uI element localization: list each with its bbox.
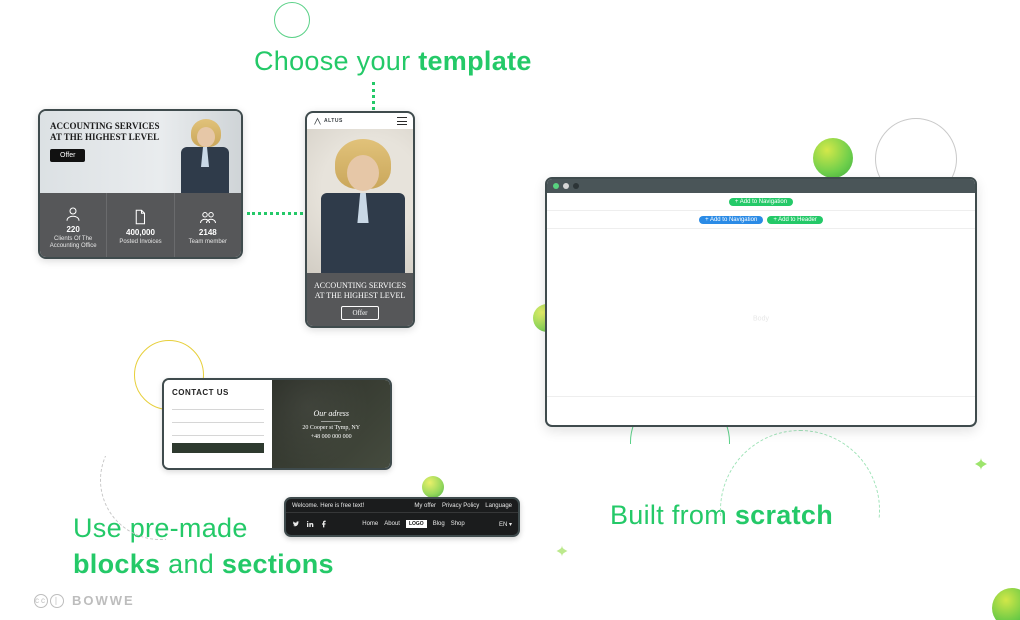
team-icon: [199, 208, 217, 226]
stat-item: 220 Clients Of The Accounting Office: [40, 193, 107, 259]
connector-dash: [720, 430, 880, 590]
by-icon: ❘: [50, 594, 64, 608]
welcome-text: Welcome. Here is free text!: [292, 503, 364, 509]
person-photo: [307, 129, 413, 273]
address-title: Our adress: [313, 409, 348, 418]
address-line: +48 000 000 000: [311, 434, 352, 440]
stat-item: 400,000 Posted Invoices: [107, 193, 174, 259]
divider: [547, 396, 975, 397]
editor-strip: + Add to Navigation + Add to Header: [547, 211, 975, 229]
input-line[interactable]: [172, 404, 264, 410]
browser-mock[interactable]: + Add to Navigation + Add to Navigation …: [545, 177, 977, 427]
logo: ALTUS: [313, 117, 343, 126]
hero-title: ACCOUNTING SERVICES AT THE HIGHEST LEVEL: [50, 121, 160, 143]
add-navigation-pill[interactable]: + Add to Navigation: [729, 198, 793, 206]
text-bold: blocks: [73, 549, 160, 579]
text: Choose your: [254, 46, 418, 76]
stat-label: Posted Invoices: [116, 239, 164, 245]
user-icon: [64, 205, 82, 223]
mobile-lower: ACCOUNTING SERVICES AT THE HIGHEST LEVEL…: [307, 273, 413, 328]
offer-button[interactable]: Offer: [50, 149, 85, 162]
contact-form: CONTACT US: [164, 380, 272, 468]
nav-top-row: Welcome. Here is free text! My offer Pri…: [286, 499, 518, 513]
cc-icon: cc: [34, 594, 48, 608]
template-desktop-card[interactable]: ACCOUNTING SERVICES AT THE HIGHEST LEVEL…: [38, 109, 243, 259]
document-icon: [131, 208, 149, 226]
twitter-icon[interactable]: [292, 520, 300, 528]
offer-button[interactable]: Offer: [341, 306, 378, 320]
menu-item[interactable]: Home: [362, 521, 378, 527]
editor-strip: + Add to Navigation: [547, 193, 975, 211]
cc-icons: cc ❘: [34, 594, 64, 608]
brand-name: BOWWE: [72, 593, 135, 608]
stat-num: 220: [66, 225, 79, 234]
linkedin-icon[interactable]: [306, 520, 314, 528]
window-dot: [573, 183, 579, 189]
stat-item: 2148 Team member: [175, 193, 241, 259]
nav-link[interactable]: Language: [485, 503, 512, 509]
stat-num: 400,000: [126, 228, 155, 237]
window-dot: [563, 183, 569, 189]
sparkle-icon: [551, 540, 573, 562]
stats-row: 220 Clients Of The Accounting Office 400…: [40, 193, 241, 259]
stat-label: Team member: [186, 239, 230, 245]
connector-dots: [372, 82, 375, 110]
editor-body[interactable]: Body: [547, 229, 975, 409]
menu-item[interactable]: Blog: [433, 521, 445, 527]
nav-link[interactable]: My offer: [414, 503, 436, 509]
add-navigation-pill[interactable]: + Add to Navigation: [699, 216, 763, 224]
nav-section-card[interactable]: Welcome. Here is free text! My offer Pri…: [284, 497, 520, 537]
logo-text: ALTUS: [324, 118, 343, 124]
heading-template: Choose your template: [254, 46, 532, 77]
body-placeholder: Body: [753, 316, 769, 323]
submit-button[interactable]: [172, 443, 264, 453]
nav-link[interactable]: Privacy Policy: [442, 503, 479, 509]
footer-brand: cc ❘ BOWWE: [34, 593, 135, 608]
social-icons: [292, 520, 328, 528]
browser-titlebar: [547, 179, 975, 193]
input-line[interactable]: [172, 430, 264, 436]
connector-dots: [247, 212, 303, 215]
divider: [321, 421, 341, 422]
menu-item[interactable]: About: [384, 521, 400, 527]
address-line: 20 Cooper st Tymp, NY: [302, 425, 360, 431]
hero: ACCOUNTING SERVICES AT THE HIGHEST LEVEL…: [40, 111, 241, 193]
person-illustration: [173, 117, 235, 193]
stat-label: Clients Of The Accounting Office: [40, 236, 106, 249]
mobile-topbar: ALTUS: [307, 113, 413, 129]
window-dot: [553, 183, 559, 189]
contact-heading: CONTACT US: [172, 388, 264, 397]
text: and: [160, 549, 222, 579]
contact-section-card[interactable]: CONTACT US Our adress 20 Cooper st Tymp,…: [162, 378, 392, 470]
text-bold: template: [418, 46, 531, 76]
add-header-pill[interactable]: + Add to Header: [767, 216, 823, 224]
text-bold: sections: [222, 549, 334, 579]
deco-ball: [813, 138, 853, 178]
deco-ring: [274, 2, 310, 38]
nav-menu: Home About LOGO Blog Shop: [362, 520, 464, 528]
deco-ball: [992, 588, 1020, 620]
contact-address: Our adress 20 Cooper st Tymp, NY +48 000…: [272, 380, 390, 468]
logo-icon: [313, 117, 322, 126]
menu-item[interactable]: Shop: [451, 521, 465, 527]
menu-logo: LOGO: [406, 520, 427, 528]
mobile-title: ACCOUNTING SERVICES AT THE HIGHEST LEVEL: [313, 281, 407, 300]
sparkle-icon: [969, 452, 993, 476]
input-line[interactable]: [172, 417, 264, 423]
lang-switch[interactable]: EN ▾: [499, 521, 512, 528]
template-mobile-card[interactable]: ALTUS ACCOUNTING SERVICES AT THE HIGHEST…: [305, 111, 415, 328]
stat-num: 2148: [199, 228, 217, 237]
hamburger-icon[interactable]: [397, 117, 407, 125]
text: Built from: [610, 500, 735, 530]
deco-ball: [422, 476, 444, 498]
facebook-icon[interactable]: [320, 520, 328, 528]
nav-bottom-row: Home About LOGO Blog Shop EN ▾: [286, 513, 518, 535]
